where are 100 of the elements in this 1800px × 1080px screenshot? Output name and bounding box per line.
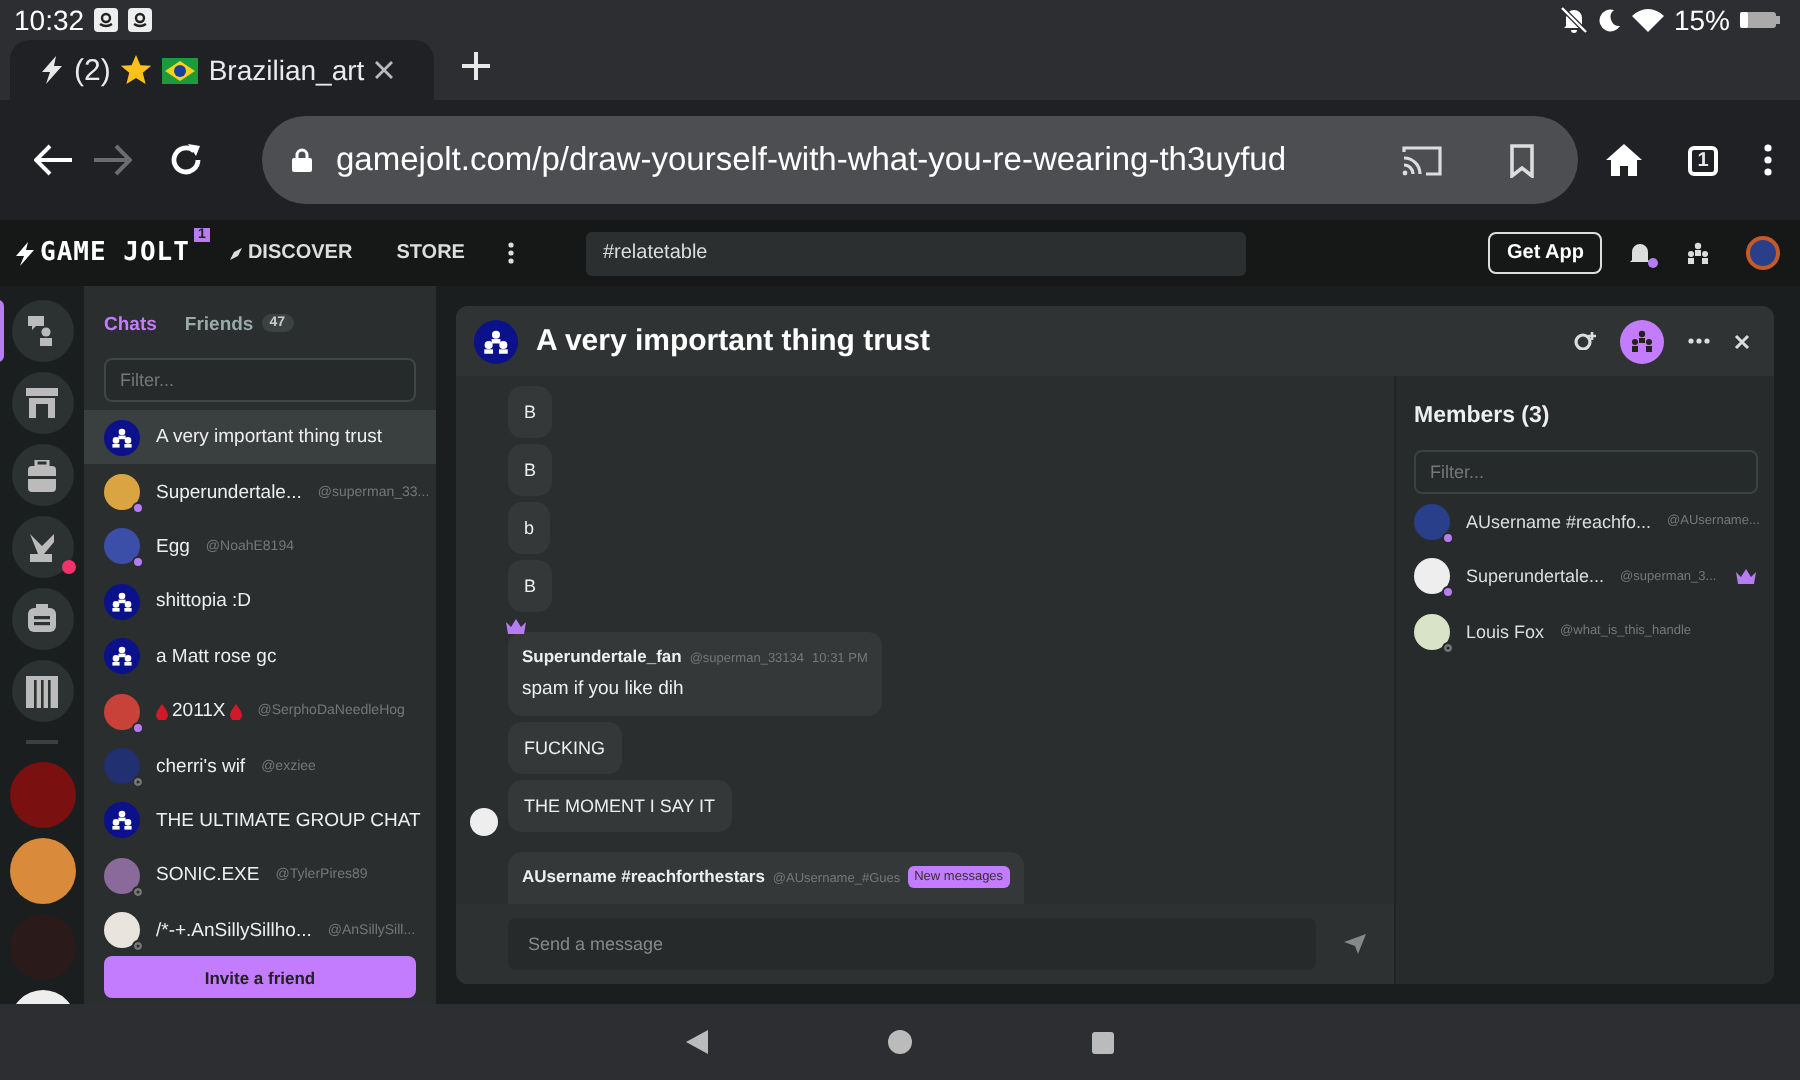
user-avatar (104, 748, 140, 785)
close-icon[interactable] (374, 60, 395, 80)
back-arrow-icon[interactable] (33, 144, 73, 176)
member-name: Louis Fox (1466, 621, 1545, 642)
lock-icon (292, 148, 312, 172)
bookmark-icon[interactable] (1510, 143, 1534, 177)
member-avatar (1414, 558, 1450, 595)
address-bar[interactable]: gamejolt.com/p/draw-yourself-with-what-you-re-wearing-th3uyfud (262, 116, 1578, 204)
recents-nav-icon[interactable] (1092, 1031, 1114, 1053)
url-text: gamejolt.com/p/draw-yourself-with-what-you-re-wearing-th3uyfud (336, 141, 1289, 179)
group-avatar (104, 583, 140, 620)
more-icon[interactable] (508, 242, 515, 264)
tab-count[interactable]: 1 (1688, 145, 1718, 175)
lightning-icon (40, 56, 64, 84)
home-nav-icon[interactable] (888, 1030, 912, 1054)
more-icon[interactable] (1688, 338, 1710, 344)
members-title: Members (3) (1414, 404, 1552, 428)
battery-percent: 15% (1673, 4, 1730, 36)
user-avatar (104, 912, 140, 949)
nav-link[interactable]: DISCOVER (229, 242, 353, 264)
group-avatar (104, 802, 140, 839)
chat-name: A very important thing trust (156, 426, 382, 449)
rail-button[interactable] (11, 516, 73, 578)
store-icon (26, 388, 58, 418)
backpack-icon (28, 459, 56, 491)
back-nav-icon[interactable] (686, 1030, 708, 1054)
people-icon[interactable] (1686, 242, 1710, 264)
user-avatar (104, 528, 140, 565)
members-toggle[interactable] (1620, 319, 1664, 363)
chat-name: a Matt rose gc (156, 645, 277, 668)
chat-list-item[interactable]: shittopia :D (84, 574, 436, 630)
device-icon (28, 603, 56, 635)
chat-name: SONIC.EXE (156, 864, 260, 887)
menu-icon[interactable] (1764, 144, 1772, 176)
members-icon (1630, 330, 1654, 352)
user-avatar (104, 857, 140, 894)
community-avatar[interactable] (9, 838, 75, 904)
home-icon[interactable] (1606, 144, 1642, 176)
compass-icon (229, 247, 242, 259)
message-bubble: B (508, 386, 553, 438)
flag-icon (162, 57, 199, 83)
chat-list-item[interactable]: a Matt rose gc (84, 629, 436, 684)
message-field[interactable]: Send a message (508, 918, 1316, 970)
chat-title: A very important thing trust (536, 324, 932, 358)
message-author[interactable]: AUsername #reachforthestars (522, 866, 765, 886)
cast-icon[interactable] (1402, 144, 1442, 176)
user-avatar (104, 474, 140, 511)
group-avatar (104, 419, 140, 456)
chat-name: Egg (156, 535, 190, 558)
user-avatar[interactable] (1746, 236, 1780, 270)
member-avatar (1414, 613, 1450, 650)
plus-icon[interactable] (462, 51, 490, 79)
chat-list-item[interactable]: THE ULTIMATE GROUP CHAT (84, 793, 436, 849)
invite-friend-button[interactable]: Invite a friend (104, 956, 416, 998)
get-app-button[interactable]: Get App (1488, 232, 1602, 274)
status-time: 10:32 (14, 4, 85, 36)
message-bubble: B (508, 444, 553, 496)
chat-name: Superundertale... (156, 481, 302, 504)
message-bubble: B (508, 560, 553, 612)
message-bubble: FUCKING (508, 722, 621, 774)
message-bubble: THE MOMENT I SAY IT (508, 780, 732, 832)
site-logo[interactable]: GAME JOLT (40, 238, 190, 268)
browser-tab[interactable]: (2) Brazilian_art (10, 40, 434, 100)
user-avatar (104, 693, 140, 730)
nav-link[interactable]: STORE (396, 242, 465, 264)
chat-name: cherri's wif (156, 755, 246, 778)
library-icon (26, 675, 58, 707)
chat-list-item[interactable]: A very important thing trust (84, 410, 436, 465)
rail-button[interactable] (11, 660, 73, 722)
chat-list-tab[interactable]: Chats (104, 314, 157, 346)
chat-icon (28, 315, 56, 347)
message-text: spam if you like dih (522, 678, 686, 700)
member-filter-field[interactable]: Filter... (1414, 450, 1758, 494)
chat-name: THE ULTIMATE GROUP CHAT (156, 809, 421, 832)
close-icon[interactable] (1734, 333, 1750, 349)
moon-icon (1597, 8, 1622, 32)
bell-icon[interactable] (1630, 242, 1650, 264)
rail-button[interactable] (11, 444, 73, 506)
member-avatar (1414, 503, 1450, 540)
search-field[interactable]: #relatetable (586, 231, 1247, 275)
chat-name: /*-+.AnSillySillho... (156, 919, 312, 942)
filter-field[interactable]: Filter... (104, 358, 416, 402)
reload-icon[interactable] (167, 142, 203, 178)
group-avatar (474, 319, 518, 363)
group-avatar (104, 638, 140, 675)
member-name: Superundertale... (1466, 566, 1605, 587)
send-icon[interactable] (1344, 934, 1366, 954)
member-name: AUsername #reachfo... (1466, 511, 1652, 532)
message-bubble: b (508, 502, 551, 554)
bell-off-icon (1559, 6, 1588, 34)
battery-icon (1740, 10, 1780, 30)
add-member-icon[interactable] (1574, 332, 1596, 350)
chat-name: shittopia :D (156, 590, 252, 613)
message-author[interactable]: Superundertale_fan (522, 646, 682, 666)
chat-name: 2011X (172, 700, 226, 723)
rail-button[interactable] (11, 372, 73, 434)
forward-arrow-icon[interactable] (91, 144, 131, 176)
rail-button[interactable] (11, 588, 73, 650)
wifi-icon (1631, 8, 1664, 32)
logo-bolt-icon (16, 241, 34, 265)
